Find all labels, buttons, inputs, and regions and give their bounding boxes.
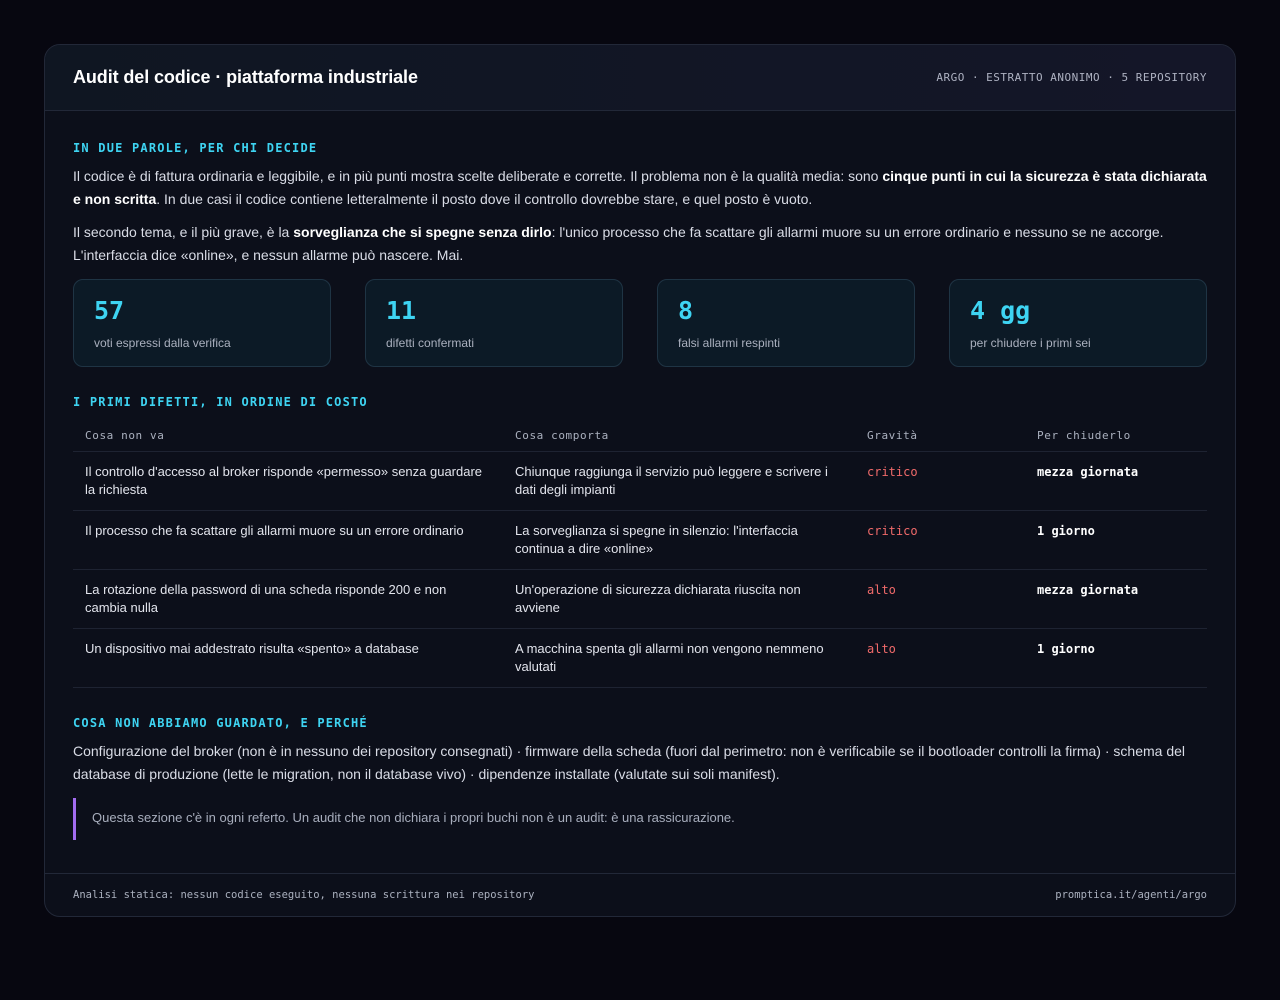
stats-row: 57 voti espressi dalla verifica 11 difet…: [73, 279, 1207, 367]
exclusions-title: Cosa non abbiamo guardato, e perché: [73, 716, 368, 730]
defect-impact: Un'operazione di sicurezza dichiarata ri…: [503, 569, 855, 629]
footer-link[interactable]: promptica.it/agenti/argo: [1055, 889, 1207, 901]
report-footer: Analisi statica: nessun codice eseguito,…: [45, 873, 1235, 916]
report-card: Audit del codice · piattaforma industria…: [44, 44, 1236, 917]
defect-effort: mezza giornata: [1025, 451, 1207, 511]
footer-note: Analisi statica: nessun codice eseguito,…: [73, 889, 535, 901]
exclusions-text: Configurazione del broker (non è in ness…: [73, 743, 1185, 782]
stat-value: 8: [678, 296, 694, 325]
stat-label: falsi allarmi respinti: [678, 336, 781, 350]
defect-severity: alto: [855, 569, 1025, 629]
summary-p1-text-end: . In due casi il codice contiene lettera…: [156, 191, 813, 207]
stat-value: 57: [94, 296, 125, 325]
stat-label: per chiudere i primi sei: [970, 336, 1091, 350]
stat-label: difetti confermati: [386, 336, 475, 350]
table-row: La rotazione della password di una sched…: [73, 569, 1207, 629]
stat-card: 4 gg per chiudere i primi sei: [949, 279, 1207, 367]
summary-paragraph-1: Il codice è di fattura ordinaria e leggi…: [73, 165, 1207, 211]
defect-severity: critico: [855, 510, 1025, 570]
summary-p1-text: Il codice è di fattura ordinaria e leggi…: [73, 168, 883, 184]
summary-p2-highlight: sorveglianza che si spegne senza dirlo: [293, 224, 552, 240]
stat-card: 11 difetti confermati: [365, 279, 623, 367]
stat-card: 57 voti espressi dalla verifica: [73, 279, 331, 367]
defect-effort: 1 giorno: [1025, 510, 1207, 570]
stat-value: 11: [386, 296, 417, 325]
report-header: Audit del codice · piattaforma industria…: [45, 45, 1235, 111]
column-header: Gravità: [855, 429, 1025, 452]
column-header: Cosa comporta: [503, 429, 855, 452]
summary-title: In due parole, per chi decide: [73, 141, 318, 155]
report-body: In due parole, per chi decide Il codice …: [45, 141, 1235, 840]
table-row: Il controllo d'accesso al broker rispond…: [73, 451, 1207, 511]
defect-severity: alto: [855, 628, 1025, 688]
table-row: Un dispositivo mai addestrato risulta «s…: [73, 628, 1207, 688]
defect-impact: La sorveglianza si spegne in silenzio: l…: [503, 510, 855, 570]
summary-paragraph-2: Il secondo tema, e il più grave, è la so…: [73, 221, 1207, 267]
table-header-row: Cosa non va Cosa comporta Gravità Per ch…: [73, 429, 1207, 452]
defect-effort: mezza giornata: [1025, 569, 1207, 629]
stat-value: 4 gg: [970, 296, 1031, 325]
report-title: Audit del codice · piattaforma industria…: [73, 67, 418, 87]
report-meta: ARGO · ESTRATTO ANONIMO · 5 REPOSITORY: [936, 71, 1207, 84]
defect-impact: Chiunque raggiunga il servizio può legge…: [503, 451, 855, 511]
exclusions-quote: Questa sezione c'è in ogni referto. Un a…: [73, 798, 1207, 840]
summary-p2-text: Il secondo tema, e il più grave, è la: [73, 224, 294, 240]
defect-impact: A macchina spenta gli allarmi non vengon…: [503, 628, 855, 688]
defect-issue: Un dispositivo mai addestrato risulta «s…: [73, 628, 503, 688]
defect-issue: Il controllo d'accesso al broker rispond…: [73, 451, 503, 511]
defect-severity: critico: [855, 451, 1025, 511]
column-header: Cosa non va: [73, 429, 503, 452]
defects-table: Cosa non va Cosa comporta Gravità Per ch…: [73, 429, 1207, 688]
column-header: Per chiuderlo: [1025, 429, 1207, 452]
stat-label: voti espressi dalla verifica: [94, 336, 231, 350]
defect-issue: Il processo che fa scattare gli allarmi …: [73, 510, 503, 570]
table-row: Il processo che fa scattare gli allarmi …: [73, 510, 1207, 570]
defect-effort: 1 giorno: [1025, 628, 1207, 688]
defect-issue: La rotazione della password di una sched…: [73, 569, 503, 629]
defects-title: I primi difetti, in ordine di costo: [73, 395, 368, 409]
stat-card: 8 falsi allarmi respinti: [657, 279, 915, 367]
